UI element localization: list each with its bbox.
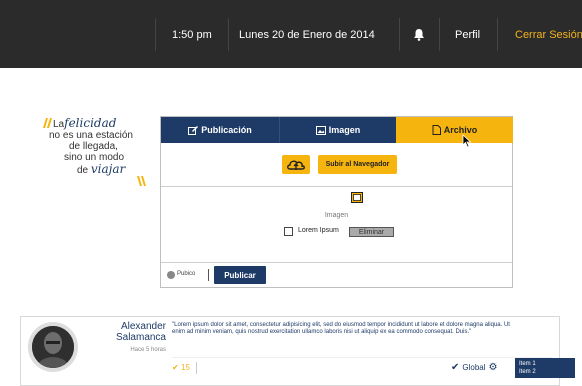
scope-selector[interactable]: ✔ Global ⚙	[451, 362, 497, 373]
quote-word-viajar: viajar	[90, 162, 126, 176]
globe-icon	[167, 271, 175, 279]
check-icon: ✔	[451, 362, 460, 373]
gear-icon[interactable]: ⚙	[489, 362, 498, 373]
quote-word-felicidad: felicidad	[64, 116, 117, 130]
image-checkbox[interactable]	[284, 227, 293, 236]
publish-button[interactable]: Publicar	[214, 266, 266, 284]
tab-label: Archivo	[443, 125, 478, 135]
divider	[196, 362, 197, 374]
cloud-upload-icon	[287, 160, 305, 170]
attached-image-area: Imagen Lorem Ipsum Eliminar	[161, 188, 512, 263]
like-count-value: 15	[180, 363, 190, 372]
tab-publicacion[interactable]: Publicación	[161, 117, 279, 143]
quote-line: de llegada,	[69, 141, 118, 152]
author-name[interactable]: Alexander Salamanca	[89, 321, 166, 343]
current-date: Lunes 20 de Enero de 2014	[239, 29, 375, 41]
top-bar: 1:50 pm Lunes 20 de Enero de 2014 Perfil…	[0, 0, 582, 68]
upload-area: Subir al Navegador	[161, 143, 512, 187]
upload-browser-button[interactable]: Subir al Navegador	[318, 155, 397, 174]
post-text: "Lorem ipsum dolor sit amet, consectetur…	[172, 322, 510, 335]
divider	[208, 269, 209, 281]
post-composer: Publicación Imagen Archivo Subir al Nave…	[160, 116, 513, 288]
like-count[interactable]: ✔ 15	[172, 363, 190, 372]
user-photo-icon	[32, 326, 74, 368]
post-time: Hace 5 horas	[130, 347, 166, 353]
quote-open-icon	[43, 118, 52, 128]
tab-label: Imagen	[328, 125, 361, 135]
bell-icon[interactable]	[413, 28, 425, 41]
composer-footer: Pubico Publicar	[161, 263, 512, 287]
tab-imagen[interactable]: Imagen	[279, 117, 396, 143]
separator	[155, 18, 156, 51]
clock-time: 1:50 pm	[172, 29, 212, 41]
file-icon	[432, 125, 441, 135]
logout-link[interactable]: Cerrar Sesión	[515, 29, 582, 41]
separator	[439, 18, 440, 51]
delete-button[interactable]: Eliminar	[349, 227, 394, 237]
dropdown-item[interactable]: Item 2	[519, 368, 571, 376]
image-thumbnail-icon	[351, 192, 363, 203]
image-icon	[315, 125, 326, 135]
separator	[228, 18, 229, 51]
cloud-upload-button[interactable]	[282, 155, 310, 174]
separator	[399, 18, 400, 51]
scope-label: Global	[462, 363, 486, 372]
quote-prefix: de	[77, 165, 89, 176]
profile-link[interactable]: Perfil	[455, 29, 480, 41]
visibility-label[interactable]: Pubico	[177, 271, 195, 277]
tab-archivo[interactable]: Archivo	[396, 117, 513, 143]
scope-dropdown-menu: Item 1 Item 2	[515, 358, 575, 378]
quote-close-icon	[137, 176, 146, 186]
post-actions: ✔ 15 ✔ Global ⚙	[172, 357, 552, 375]
avatar[interactable]	[28, 322, 78, 372]
feed-post: Alexander Salamanca Hace 5 horas "Lorem …	[20, 316, 560, 386]
separator	[497, 18, 498, 51]
checkbox-label: Lorem Ipsum	[298, 227, 339, 234]
edit-icon	[188, 125, 199, 135]
dropdown-item[interactable]: Item 1	[519, 360, 571, 368]
mouse-cursor-icon	[462, 134, 472, 148]
quote-line: no es una estación	[49, 130, 133, 141]
tab-label: Publicación	[201, 125, 252, 135]
quote-prefix: La	[53, 119, 65, 130]
image-label: Imagen	[324, 212, 349, 219]
